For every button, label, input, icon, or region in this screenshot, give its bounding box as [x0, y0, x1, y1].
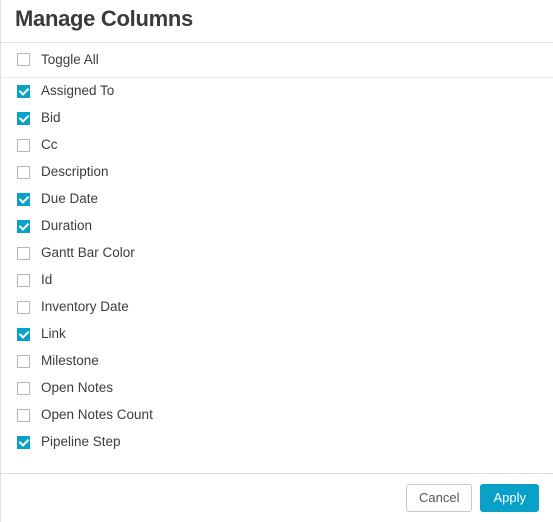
column-label: Milestone: [41, 354, 99, 368]
columns-list[interactable]: Toggle All Assigned To Bid Cc Description Du…: [1, 43, 553, 473]
column-label: Inventory Date: [41, 300, 129, 314]
column-checkbox[interactable]: [17, 220, 30, 233]
toggle-all-label: Toggle All: [41, 53, 99, 67]
column-checkbox[interactable]: [17, 436, 30, 449]
column-checkbox[interactable]: [17, 247, 30, 260]
column-checkbox[interactable]: [17, 139, 30, 152]
column-row[interactable]: Bid: [1, 105, 553, 132]
dialog-header: Manage Columns: [1, 0, 553, 43]
column-row[interactable]: Link: [1, 321, 553, 348]
column-label: Cc: [41, 138, 58, 152]
column-row[interactable]: Milestone: [1, 348, 553, 375]
column-checkbox[interactable]: [17, 274, 30, 287]
column-row[interactable]: Inventory Date: [1, 294, 553, 321]
column-row[interactable]: Assigned To: [1, 78, 553, 105]
column-row[interactable]: Due Date: [1, 186, 553, 213]
column-label: Id: [41, 273, 52, 287]
column-label: Bid: [41, 111, 61, 125]
cancel-button[interactable]: Cancel: [406, 484, 472, 512]
column-label: Open Notes: [41, 381, 113, 395]
column-row[interactable]: Gantt Bar Color: [1, 240, 553, 267]
dialog-footer: Cancel Apply: [1, 473, 553, 522]
column-checkbox[interactable]: [17, 328, 30, 341]
column-row[interactable]: Id: [1, 267, 553, 294]
column-row[interactable]: Duration: [1, 213, 553, 240]
column-label: Duration: [41, 219, 92, 233]
column-checkbox[interactable]: [17, 355, 30, 368]
column-row[interactable]: Open Notes Count: [1, 402, 553, 429]
dialog-title: Manage Columns: [15, 6, 539, 32]
column-checkbox[interactable]: [17, 85, 30, 98]
apply-button[interactable]: Apply: [480, 484, 539, 512]
toggle-all-checkbox[interactable]: [17, 53, 30, 66]
column-row[interactable]: Open Notes: [1, 375, 553, 402]
manage-columns-dialog: Manage Columns Toggle All Assigned To Bid…: [0, 0, 553, 522]
column-checkbox[interactable]: [17, 301, 30, 314]
column-label: Description: [41, 165, 109, 179]
column-label: Due Date: [41, 192, 98, 206]
column-label: Link: [41, 327, 66, 341]
column-checkbox[interactable]: [17, 112, 30, 125]
column-checkbox[interactable]: [17, 382, 30, 395]
column-checkbox[interactable]: [17, 166, 30, 179]
column-checkbox[interactable]: [17, 193, 30, 206]
column-label: Pipeline Step: [41, 435, 121, 449]
column-label: Assigned To: [41, 84, 114, 98]
toggle-all-row[interactable]: Toggle All: [1, 43, 553, 78]
column-checkbox[interactable]: [17, 409, 30, 422]
column-row[interactable]: Cc: [1, 132, 553, 159]
column-label: Open Notes Count: [41, 408, 153, 422]
column-row[interactable]: Description: [1, 159, 553, 186]
column-label: Gantt Bar Color: [41, 246, 135, 260]
column-row[interactable]: Pipeline Step: [1, 429, 553, 456]
